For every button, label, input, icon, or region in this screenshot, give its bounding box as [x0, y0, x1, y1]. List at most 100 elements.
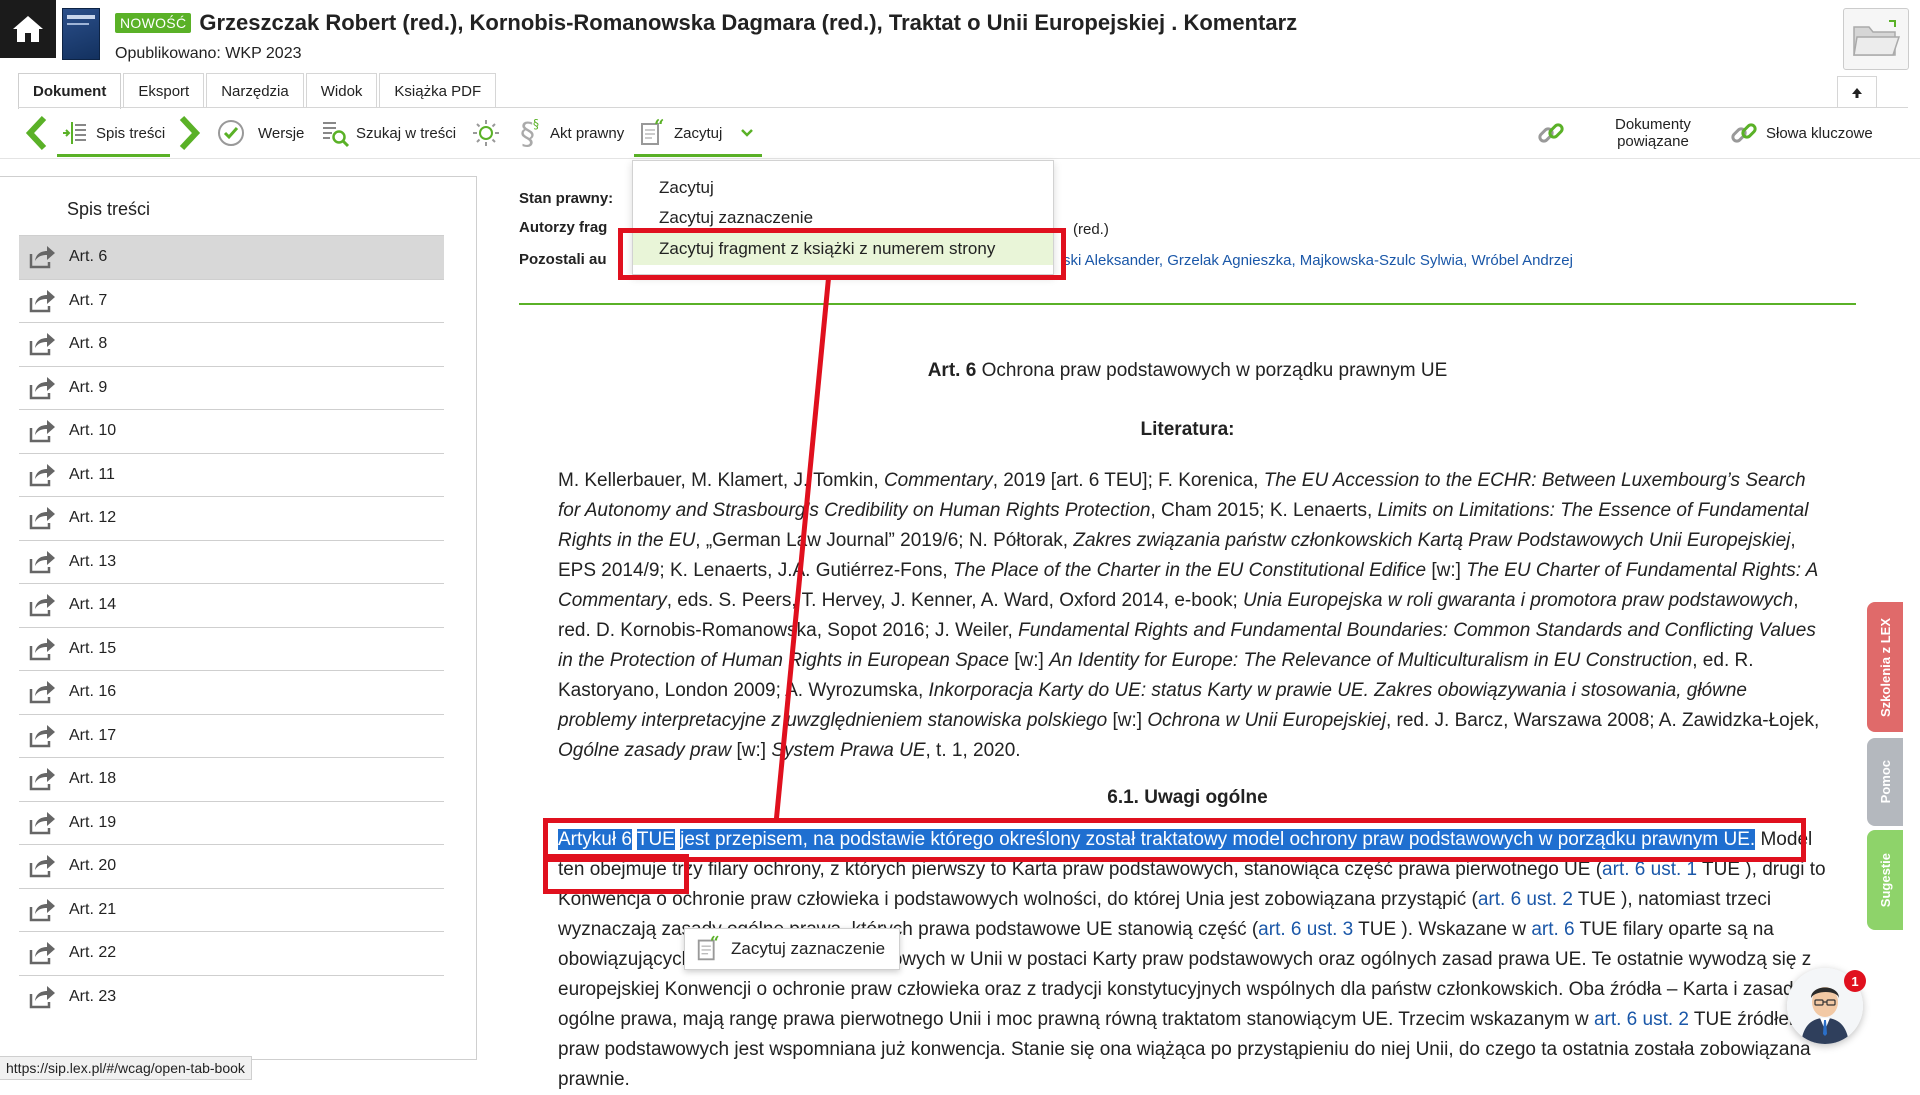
legal-act-button[interactable]: § § Akt prawny: [518, 110, 624, 156]
quote-tooltip-label: Zacytuj zaznaczenie: [731, 939, 886, 958]
versions-button[interactable]: Wersje: [216, 110, 304, 156]
toc-item-label: Art. 12: [69, 509, 117, 527]
toc-item-label: Art. 18: [69, 770, 117, 788]
prev-button[interactable]: [24, 110, 50, 156]
toc-item-label: Art. 21: [69, 900, 117, 918]
legal-reference-link[interactable]: art. 6 ust. 2: [1594, 1009, 1689, 1030]
share-arrow-icon: [27, 810, 57, 836]
tab-eksport[interactable]: Eksport: [123, 73, 205, 108]
folder-button[interactable]: [1843, 8, 1909, 70]
status-bar-url: https://sip.lex.pl/#/wcag/open-tab-book: [0, 1056, 252, 1080]
tab-dokument[interactable]: Dokument: [18, 73, 122, 109]
search-document-icon: [323, 122, 350, 148]
toc-item[interactable]: Art. 21: [19, 887, 444, 932]
literature-segment: , eds. S. Peers, T. Hervey, J. Kenner, A…: [666, 590, 1244, 611]
related-documents-button[interactable]: Dokumenty powiązane: [1535, 110, 1691, 156]
fragment-authors-label: Autorzy frag: [519, 219, 608, 236]
toc-item-label: Art. 13: [69, 552, 117, 570]
keywords-link-icon: [1731, 123, 1757, 143]
tab-ksiazka-pdf[interactable]: Książka PDF: [379, 73, 497, 108]
side-tab-trainings[interactable]: Szkolenia z LEX: [1867, 602, 1903, 732]
publication-info: Opublikowano: WKP 2023: [115, 45, 302, 62]
toc-item[interactable]: Art. 22: [19, 931, 444, 975]
literature-segment: [w:]: [1107, 710, 1148, 731]
toc-item-label: Art. 9: [69, 378, 108, 396]
toc-item-label: Art. 8: [69, 335, 108, 353]
side-tab-suggestions[interactable]: Sugestie: [1867, 830, 1903, 930]
toc-item-label: Art. 20: [69, 857, 117, 875]
toc-item[interactable]: Art. 15: [19, 626, 444, 671]
toc-item[interactable]: Art. 14: [19, 583, 444, 627]
menu-item-quote[interactable]: Zacytuj: [633, 174, 1053, 202]
toc-item[interactable]: Art. 7: [19, 278, 444, 323]
search-in-content-button[interactable]: Szukaj w treści: [320, 110, 456, 156]
share-arrow-icon: [27, 505, 57, 531]
side-tab-help[interactable]: Pomoc: [1867, 738, 1903, 826]
other-authors-label: Pozostali au: [519, 251, 607, 268]
home-icon: [13, 16, 43, 42]
legal-reference-link[interactable]: art. 6 ust. 2: [1478, 889, 1573, 910]
toc-item[interactable]: Art. 11: [19, 452, 444, 497]
toc-item-label: Art. 22: [69, 944, 117, 962]
legal-status-label: Stan prawny:: [519, 190, 614, 207]
toc-item[interactable]: Art. 13: [19, 539, 444, 584]
fragment-authors-value: (red.): [1073, 221, 1109, 238]
toc-item-label: Art. 6: [69, 248, 108, 266]
toc-item[interactable]: Art. 8: [19, 322, 444, 366]
share-arrow-icon: [27, 462, 57, 488]
search-button-label: Szukaj w treści: [356, 124, 457, 142]
legal-reference-link[interactable]: art. 6 ust. 1: [1602, 859, 1697, 880]
toc-item[interactable]: Art. 19: [19, 800, 444, 845]
tab-narzedzia[interactable]: Narzędzia: [206, 73, 304, 108]
toc-item[interactable]: Art. 20: [19, 844, 444, 888]
toc-item[interactable]: Art. 10: [19, 409, 444, 453]
literature-segment: [w:]: [1009, 650, 1050, 671]
toc-item[interactable]: Art. 17: [19, 713, 444, 758]
legal-act-button-label: Akt prawny: [550, 124, 625, 142]
share-arrow-icon: [27, 723, 57, 749]
legal-reference-link[interactable]: art. 6: [1531, 919, 1574, 940]
literature-text: M. Kellerbauer, M. Klamert, J. Tomkin, C…: [558, 466, 1828, 766]
home-button[interactable]: [0, 0, 56, 58]
toc-item[interactable]: Art. 12: [19, 496, 444, 540]
other-authors-links[interactable]: ski Aleksander, Grzelak Agnieszka, Majko…: [1063, 252, 1573, 269]
literature-segment: , 2019 [art. 6 TEU]; F. Korenica,: [992, 470, 1264, 491]
next-button[interactable]: [176, 110, 202, 156]
literature-heading: Literatura:: [1140, 419, 1235, 440]
chevron-right-icon: [179, 115, 201, 151]
toolbar: Spis treści Wersje Szukaj w treści § § A: [0, 110, 1920, 158]
share-arrow-icon: [27, 592, 57, 618]
literature-segment: , Cham 2015; K. Lenaerts,: [1150, 500, 1378, 521]
annotation-box-menu-item: [618, 228, 1066, 280]
tab-widok[interactable]: Widok: [305, 73, 378, 108]
arrow-up-icon: [1852, 87, 1862, 98]
collapse-ribbon-button[interactable]: [1837, 76, 1877, 108]
tabs-divider: [18, 107, 1908, 108]
share-arrow-icon: [27, 418, 57, 444]
quote-selection-tooltip[interactable]: “ Zacytuj zaznaczenie: [684, 928, 900, 970]
paragraph-icon: § §: [520, 117, 539, 150]
body-segment: TUE ). Wskazane w: [1353, 919, 1532, 940]
quote-button[interactable]: “ Zacytuj: [638, 110, 754, 156]
toc-item[interactable]: Art. 23: [19, 974, 444, 1019]
book-cover-thumbnail[interactable]: [62, 8, 100, 60]
toc-item[interactable]: Art. 18: [19, 757, 444, 801]
share-arrow-icon: [27, 940, 57, 966]
literature-segment: M. Kellerbauer, M. Klamert, J. Tomkin,: [558, 470, 884, 491]
chevron-down-icon: [741, 129, 754, 137]
literature-segment: [w:]: [1426, 560, 1467, 581]
toc-button[interactable]: Spis treści: [60, 110, 165, 156]
literature-segment: Unia Europejska w roli gwaranta i promot…: [1243, 590, 1794, 611]
toc-item-label: Art. 19: [69, 813, 117, 831]
quote-active-underline: [634, 154, 762, 157]
legal-reference-link[interactable]: art. 6 ust. 3: [1258, 919, 1353, 940]
highlight-toggle[interactable]: [470, 110, 502, 156]
svg-text:§: §: [533, 117, 539, 131]
toc-item-label: Art. 15: [69, 639, 117, 657]
toc-item[interactable]: Art. 16: [19, 670, 444, 714]
keywords-button[interactable]: Słowa kluczowe: [1728, 110, 1873, 156]
literature-segment: , red. J. Barcz, Warszawa 2008; A. Zawid…: [1385, 710, 1820, 731]
toc-item[interactable]: Art. 9: [19, 365, 444, 410]
document-title: Grzeszczak Robert (red.), Kornobis-Roman…: [199, 10, 1298, 35]
toc-item[interactable]: Art. 6: [19, 235, 444, 279]
